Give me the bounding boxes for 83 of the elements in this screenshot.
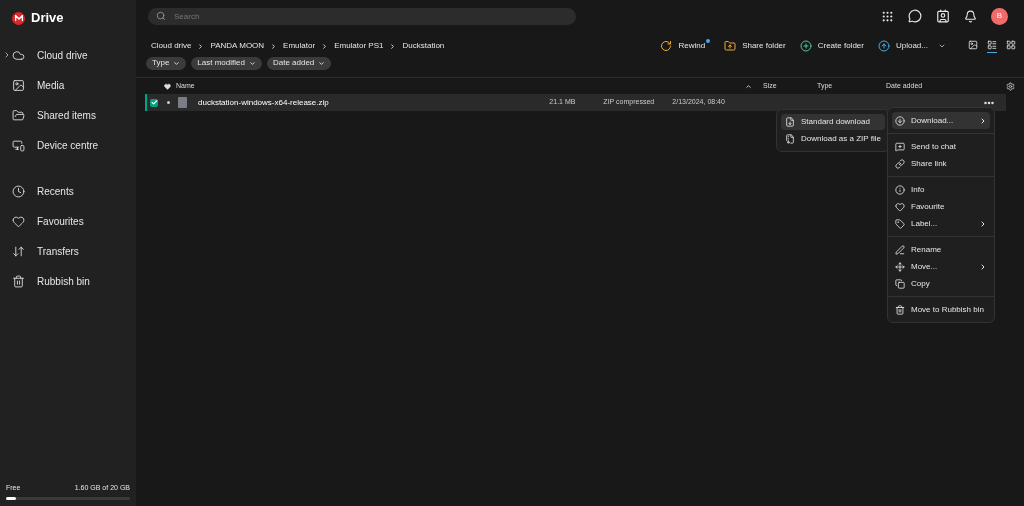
sidebar-item[interactable]: Shared items [0, 100, 136, 130]
breadcrumb[interactable]: PANDA MOON [210, 40, 265, 52]
tag-icon [895, 218, 905, 229]
menu-item[interactable]: Send to chat [892, 138, 990, 155]
create-icon [799, 40, 812, 52]
menu-item[interactable]: Label... [892, 215, 990, 232]
menu-item[interactable]: Standard download [781, 114, 885, 130]
sidebar-item[interactable]: Media [0, 70, 136, 100]
caret-icon [173, 59, 181, 67]
cloud-icon [12, 48, 25, 62]
search-icon [156, 11, 166, 21]
sidebar-item[interactable]: Device centre [0, 130, 136, 160]
row-checkbox[interactable] [150, 98, 158, 107]
caret-icon [248, 59, 256, 67]
breadcrumb[interactable]: Emulator [283, 40, 316, 52]
filter-chip[interactable]: Last modified [191, 56, 262, 70]
heart-icon [12, 214, 25, 228]
trash-icon [895, 304, 905, 315]
separator-icon [270, 42, 278, 50]
caret-icon [938, 42, 946, 50]
chevron-icon [979, 262, 987, 271]
chat-icon[interactable] [908, 9, 922, 23]
sidebar-item[interactable]: Transfers [0, 236, 136, 266]
zip-file-icon [785, 134, 795, 144]
menu-item[interactable]: Move to Rubbish bin [892, 301, 990, 318]
rewind-icon [660, 40, 673, 52]
chevron-icon [979, 116, 987, 125]
caret-icon [318, 59, 326, 67]
devices-icon [12, 138, 25, 152]
clock-icon [12, 184, 25, 198]
toolbar-button[interactable]: Create folder [799, 40, 864, 52]
sidebar-item[interactable]: Rubbish bin [0, 266, 136, 296]
toolbar-button[interactable]: Share folder [724, 40, 786, 52]
shared-icon [12, 108, 25, 122]
chevron-icon [3, 51, 11, 59]
favourite-column-icon [164, 82, 171, 90]
view-toggle[interactable] [987, 39, 997, 53]
toolbar-button[interactable]: Upload... [877, 40, 946, 52]
menu-item[interactable]: Rename [892, 241, 990, 258]
breadcrumb[interactable]: Emulator PS1 [334, 40, 384, 52]
sort-icon[interactable] [745, 82, 752, 90]
apps-icon[interactable] [881, 9, 894, 23]
separator-icon [389, 42, 397, 50]
settings-icon[interactable] [1006, 81, 1015, 91]
file-name: duckstation-windows-x64-release.zip [198, 96, 329, 109]
sidebar-item[interactable]: Favourites [0, 206, 136, 236]
search-field[interactable]: Search [148, 7, 576, 25]
image-icon [12, 78, 25, 92]
menu-item[interactable]: Copy [892, 275, 990, 292]
download-icon [895, 115, 905, 126]
sidebar-item[interactable]: Recents [0, 176, 136, 206]
notification-icon[interactable] [964, 9, 977, 23]
share-icon [724, 40, 737, 52]
app-name: Drive [31, 9, 64, 28]
contacts-icon[interactable] [936, 9, 950, 23]
heart-icon [895, 201, 905, 212]
menu-item[interactable]: Favourite [892, 198, 990, 215]
download-file-icon [785, 117, 795, 127]
filter-chip[interactable]: Type [146, 56, 187, 70]
menu-item[interactable]: Info [892, 181, 990, 198]
breadcrumb[interactable]: Duckstation [402, 40, 445, 52]
link-icon [895, 158, 905, 169]
sidebar-item[interactable]: Cloud drive [0, 40, 136, 70]
separator-icon [197, 42, 205, 50]
chevron-icon [979, 219, 987, 228]
info-icon [895, 184, 905, 195]
menu-item[interactable]: Download... [892, 112, 990, 129]
menu-item[interactable]: Download as a ZIP file [781, 131, 885, 147]
filter-chip[interactable]: Date added [266, 56, 332, 70]
copy-icon [895, 278, 905, 289]
pen-icon [895, 244, 905, 255]
file-icon [178, 97, 187, 108]
logo-icon [12, 11, 25, 25]
move-icon [895, 261, 905, 272]
menu-item[interactable]: Share link [892, 155, 990, 172]
chat-icon [895, 141, 905, 152]
toolbar-button[interactable]: Rewind [660, 40, 711, 52]
transfers-icon [12, 244, 25, 258]
breadcrumb[interactable]: Cloud drive [151, 40, 192, 52]
upload-icon [877, 40, 890, 52]
separator-icon [321, 42, 329, 50]
trash-icon [12, 274, 25, 288]
menu-item[interactable]: Move... [892, 258, 990, 275]
